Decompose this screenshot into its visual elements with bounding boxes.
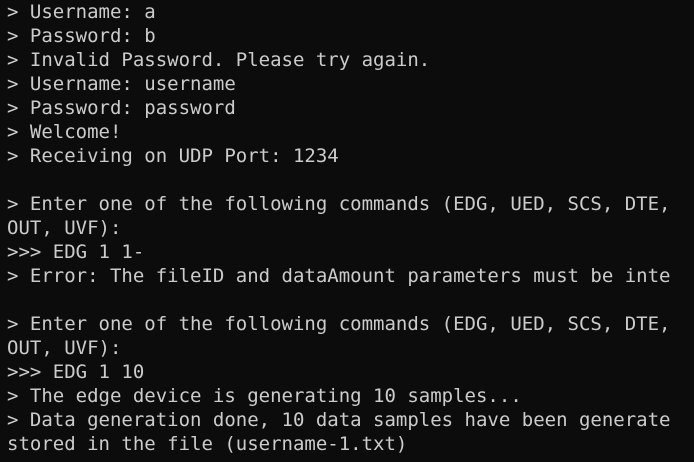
terminal-line: stored in the file (username-1.txt): [7, 433, 408, 455]
terminal-line: > Password: password: [7, 97, 236, 119]
terminal-line: OUT, UVF):: [7, 337, 122, 359]
terminal-line: > Invalid Password. Please try again.: [7, 49, 431, 71]
terminal-line: > Welcome!: [7, 121, 122, 143]
terminal-command-line: >>> EDG 1 10: [7, 361, 145, 383]
terminal-output: > Username: a > Password: b > Invalid Pa…: [7, 0, 670, 456]
terminal-line: > Data generation done, 10 data samples …: [7, 409, 671, 431]
terminal-line: OUT, UVF):: [7, 217, 122, 239]
terminal-command-line: >>> EDG 1 1-: [7, 241, 145, 263]
terminal-line: > Enter one of the following commands (E…: [7, 313, 671, 335]
terminal-line: > Username: username: [7, 73, 236, 95]
terminal-line: > Username: a: [7, 1, 156, 23]
terminal-line: > The edge device is generating 10 sampl…: [7, 385, 522, 407]
terminal-line: > Receiving on UDP Port: 1234: [7, 145, 339, 167]
terminal-window[interactable]: > Username: a > Password: b > Invalid Pa…: [0, 0, 694, 462]
terminal-error-line: > Error: The fileID and dataAmount param…: [7, 265, 671, 287]
terminal-line: > Password: b: [7, 25, 156, 47]
terminal-line: > Enter one of the following commands (E…: [7, 193, 671, 215]
